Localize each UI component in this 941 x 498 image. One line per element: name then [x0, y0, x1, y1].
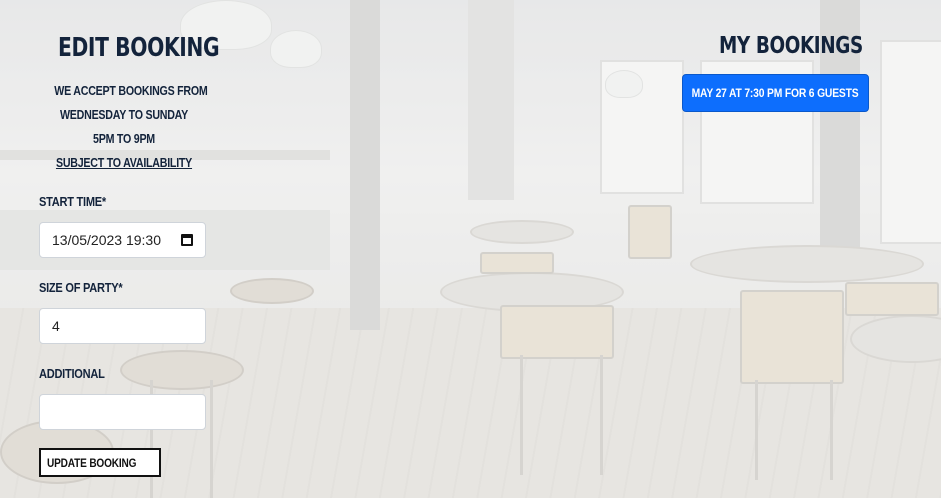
start-time-input[interactable]: 13/05/2023 19:30 — [39, 222, 206, 258]
additional-input[interactable] — [39, 394, 206, 430]
booking-info-line3: 5pm to 9pm — [93, 131, 155, 146]
booking-info-line2: Wednesday to Sunday — [59, 107, 189, 122]
booking-info-line1: We accept bookings from — [54, 83, 208, 98]
availability-link[interactable]: Subject to availability — [54, 151, 193, 175]
update-booking-button[interactable]: Update Booking — [39, 448, 162, 477]
start-time-label: Start Time* — [39, 194, 106, 209]
calendar-icon[interactable] — [181, 234, 193, 246]
party-size-label: Size of Party* — [39, 280, 123, 295]
booking-info: We accept bookings from Wednesday to Sun… — [39, 79, 209, 175]
additional-label: Additional — [39, 366, 105, 381]
edit-booking-title: Edit Booking — [58, 33, 220, 63]
booking-item[interactable]: May 27 at 7:30 pm for 6 guests — [682, 74, 869, 112]
start-time-value: 13/05/2023 19:30 — [52, 232, 161, 248]
update-booking-button-label: Update Booking — [47, 455, 137, 470]
booking-item-label: May 27 at 7:30 pm for 6 guests — [692, 86, 859, 100]
party-size-value: 4 — [52, 318, 60, 334]
my-bookings-title: My Bookings — [719, 33, 863, 59]
party-size-input[interactable]: 4 — [39, 308, 206, 344]
